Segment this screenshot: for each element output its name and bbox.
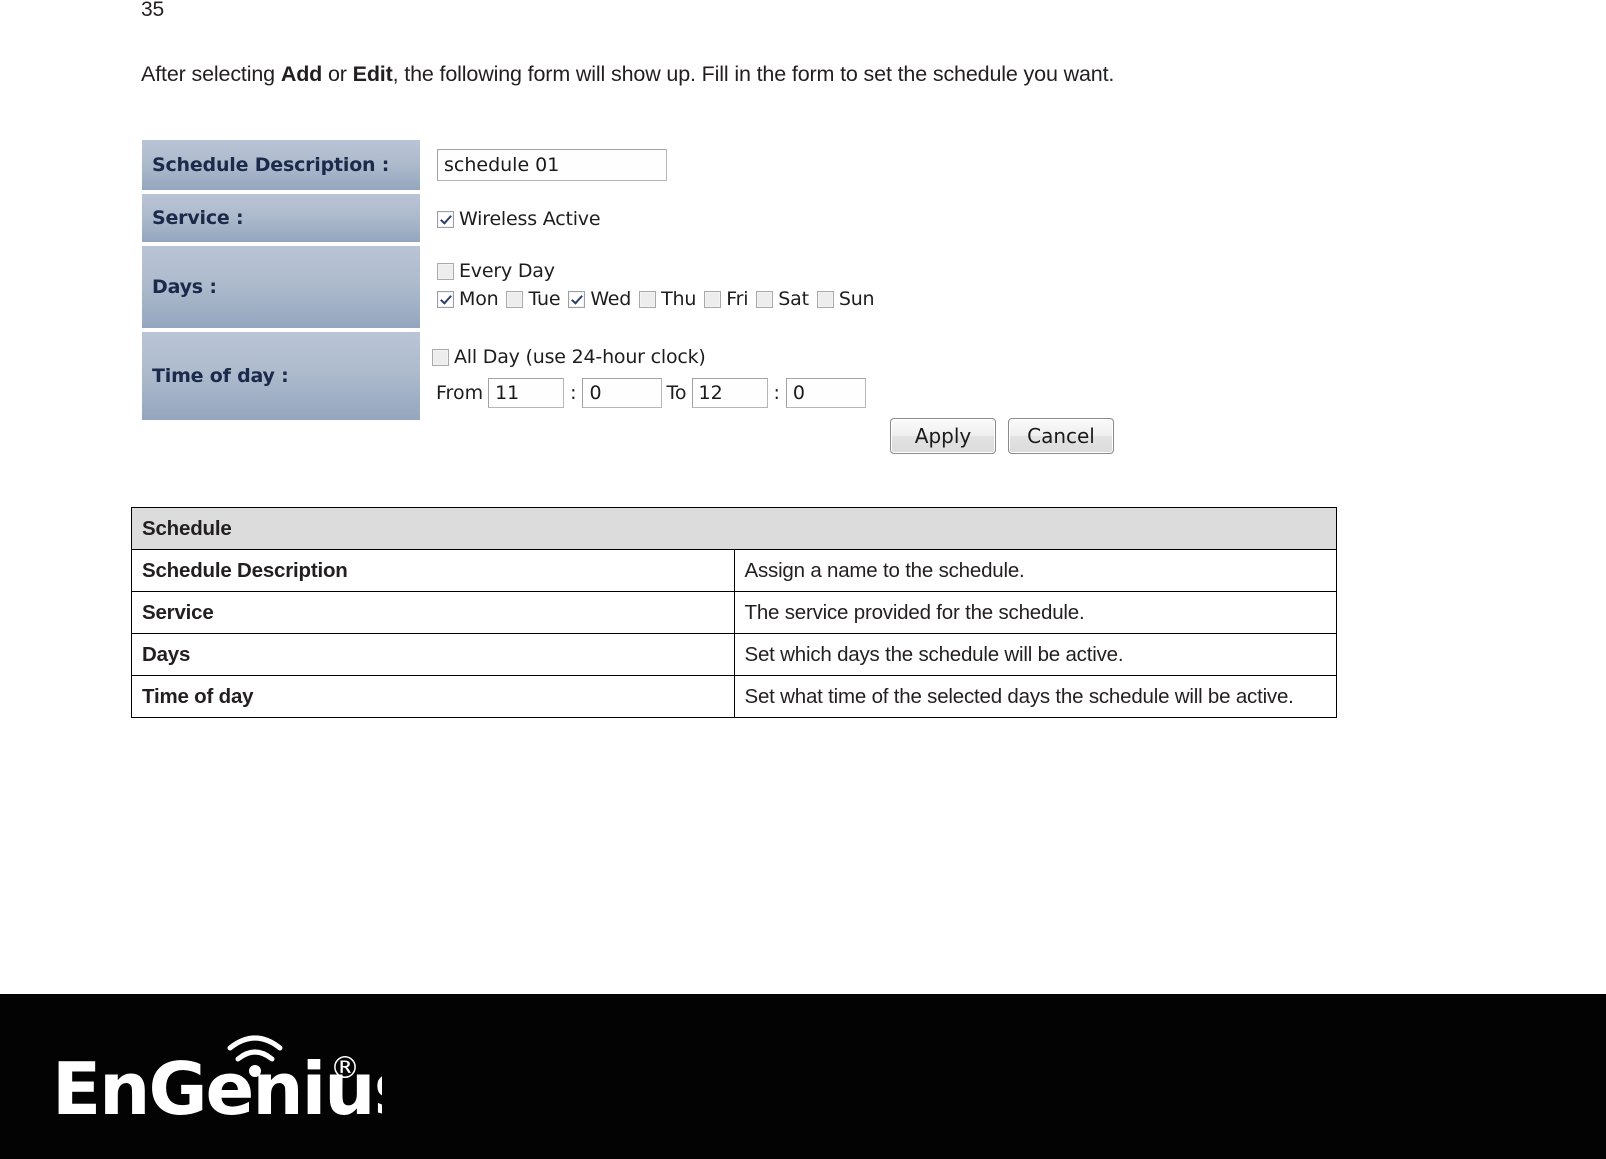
wireless-active-label: Wireless Active [459, 208, 601, 230]
weekday-label-mon: Mon [459, 288, 499, 310]
weekday-checkbox-mon[interactable] [437, 291, 454, 308]
engenius-logo-svg: EnGenius ® [52, 1035, 382, 1121]
table-cell-definition: Set what time of the selected days the s… [733, 675, 1337, 718]
service-field: Wireless Active [437, 206, 601, 234]
days-field: Every Day Mon Tue Wed Thu Fri Sat Sun [437, 258, 882, 314]
to-hour-input[interactable] [691, 378, 768, 408]
weekday-checkbox-wed[interactable] [568, 291, 586, 308]
schedule-form: Schedule Description : Service : Wireles… [142, 140, 1114, 465]
form-button-bar: Apply Cancel [890, 418, 1114, 454]
page-number: 35 [141, 0, 164, 21]
table-row: Schedule Description Assign a name to the… [131, 549, 1337, 592]
label-time-of-day: Time of day : [142, 332, 420, 420]
weekday-item-fri[interactable]: Fri [704, 286, 748, 314]
to-label: To [666, 382, 687, 404]
weekday-item-wed[interactable]: Wed [568, 286, 631, 314]
weekday-checkbox-tue[interactable] [506, 291, 524, 308]
weekday-checkbox-sun[interactable] [816, 291, 834, 308]
table-cell-term: Days [131, 633, 735, 676]
weekday-item-sat[interactable]: Sat [756, 286, 809, 314]
weekday-label-thu: Thu [661, 288, 697, 310]
wireless-active-row[interactable]: Wireless Active [437, 206, 601, 234]
table-cell-definition: Assign a name to the schedule. [733, 549, 1337, 592]
from-colon: : [570, 382, 577, 404]
intro-prefix: After selecting [141, 62, 281, 86]
table-cell-term: Schedule Description [131, 549, 735, 592]
weekday-checkbox-thu[interactable] [639, 291, 657, 308]
weekday-label-sat: Sat [778, 288, 809, 310]
to-colon: : [773, 382, 780, 404]
intro-paragraph: After selecting Add or Edit, the followi… [141, 62, 1114, 87]
intro-suffix: , the following form will show up. Fill … [392, 62, 1115, 86]
table-cell-term: Time of day [131, 675, 735, 718]
wireless-active-checkbox[interactable] [437, 211, 454, 228]
weekday-item-mon[interactable]: Mon [437, 286, 499, 314]
intro-middle: or [322, 62, 353, 86]
schedule-description-input[interactable] [437, 149, 667, 181]
table-row: Days Set which days the schedule will be … [131, 633, 1337, 676]
cancel-button[interactable]: Cancel [1008, 418, 1114, 454]
weekday-label-wed: Wed [590, 288, 632, 310]
table-cell-term: Service [131, 591, 735, 634]
weekday-label-sun: Sun [838, 288, 875, 310]
all-day-checkbox[interactable] [432, 349, 449, 366]
weekday-item-tue[interactable]: Tue [506, 286, 561, 314]
label-schedule-description: Schedule Description : [142, 140, 420, 190]
weekday-checkbox-list: Mon Tue Wed Thu Fri Sat Sun [437, 286, 882, 314]
label-service: Service : [142, 194, 420, 242]
table-header-row: Schedule [131, 507, 1337, 550]
weekday-item-sun[interactable]: Sun [816, 286, 875, 314]
table-head: Schedule [131, 507, 1337, 550]
engenius-logo: EnGenius ® [52, 1026, 382, 1121]
table-cell-definition: Set which days the schedule will be acti… [733, 633, 1337, 676]
intro-bold-add: Add [280, 62, 323, 86]
weekday-label-tue: Tue [528, 288, 561, 310]
all-day-label: All Day (use 24-hour clock) [454, 346, 706, 368]
time-range-row: From : To : [432, 378, 866, 408]
to-minute-input[interactable] [785, 378, 866, 408]
weekday-checkbox-fri[interactable] [704, 291, 722, 308]
schedule-description-table: Schedule Schedule Description Assign a na… [131, 507, 1337, 718]
weekday-label-fri: Fri [726, 288, 749, 310]
table-body: Schedule Description Assign a name to the… [131, 549, 1337, 718]
weekday-checkbox-sat[interactable] [756, 291, 774, 308]
intro-bold-edit: Edit [352, 62, 393, 86]
table-header-schedule: Schedule [131, 507, 1337, 550]
all-day-row[interactable]: All Day (use 24-hour clock) [432, 344, 866, 372]
every-day-label: Every Day [459, 260, 555, 282]
table-row: Time of day Set what time of the selected… [131, 675, 1337, 718]
every-day-checkbox[interactable] [437, 263, 454, 280]
page-footer: EnGenius ® [0, 994, 1606, 1159]
weekday-item-thu[interactable]: Thu [639, 286, 696, 314]
time-of-day-field: All Day (use 24-hour clock) From : To : [432, 344, 866, 408]
registered-trademark-icon: ® [330, 1051, 360, 1086]
every-day-row[interactable]: Every Day [437, 258, 882, 286]
apply-button[interactable]: Apply [890, 418, 996, 454]
table-row: Service The service provided for the sche… [131, 591, 1337, 634]
from-minute-input[interactable] [582, 378, 663, 408]
label-days: Days : [142, 246, 420, 328]
from-hour-input[interactable] [488, 378, 565, 408]
from-label: From [436, 382, 484, 404]
table-cell-definition: The service provided for the schedule. [733, 591, 1337, 634]
